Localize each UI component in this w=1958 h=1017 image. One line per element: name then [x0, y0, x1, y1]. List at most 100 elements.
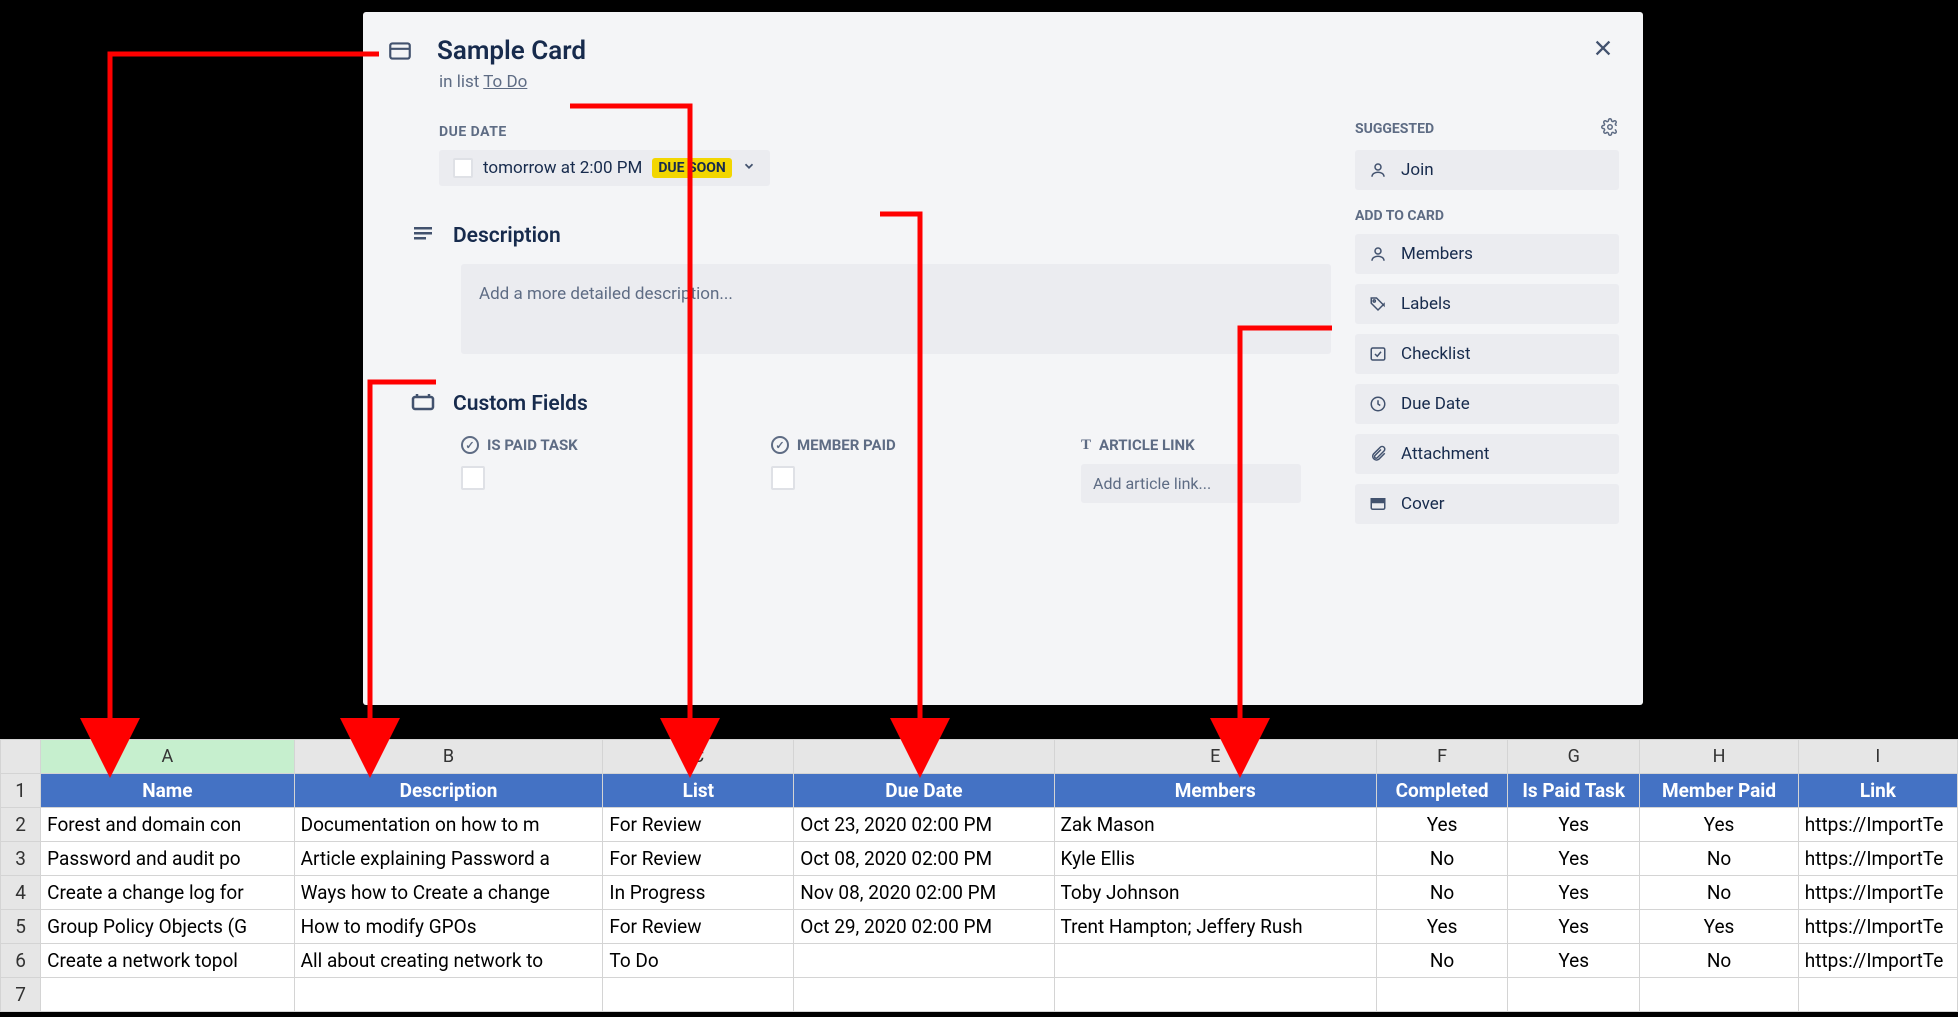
cell[interactable]: Ways how to Create a change: [294, 876, 603, 910]
cell[interactable]: For Review: [603, 808, 794, 842]
row-num-1[interactable]: 1: [1, 774, 41, 808]
cf-article-link-input[interactable]: Add article link...: [1081, 464, 1301, 503]
cell[interactable]: [41, 978, 294, 1012]
due-date-control[interactable]: tomorrow at 2:00 PM DUE SOON: [439, 150, 770, 186]
cell[interactable]: Yes: [1640, 808, 1798, 842]
cell[interactable]: Yes: [1376, 910, 1507, 944]
attachment-button[interactable]: Attachment: [1355, 434, 1619, 474]
cell[interactable]: Documentation on how to m: [294, 808, 603, 842]
row-num[interactable]: 2: [1, 808, 41, 842]
cell[interactable]: Trent Hampton; Jeffery Rush: [1054, 910, 1376, 944]
header-cell[interactable]: Name: [41, 774, 294, 808]
cell[interactable]: Yes: [1508, 808, 1640, 842]
cover-button[interactable]: Cover: [1355, 484, 1619, 524]
row-num[interactable]: 6: [1, 944, 41, 978]
cf-is-paid: ✓ IS PAID TASK: [461, 436, 711, 503]
cell[interactable]: [1798, 978, 1957, 1012]
cell[interactable]: No: [1376, 876, 1507, 910]
col-header-I[interactable]: I: [1798, 740, 1957, 774]
cell[interactable]: https://ImportTe: [1798, 944, 1957, 978]
col-header-C[interactable]: C: [603, 740, 794, 774]
col-header-B[interactable]: B: [294, 740, 603, 774]
header-cell[interactable]: Is Paid Task: [1508, 774, 1640, 808]
cell[interactable]: Oct 08, 2020 02:00 PM: [794, 842, 1054, 876]
header-cell[interactable]: Member Paid: [1640, 774, 1798, 808]
row-num[interactable]: 4: [1, 876, 41, 910]
cell[interactable]: https://ImportTe: [1798, 910, 1957, 944]
cf-is-paid-checkbox[interactable]: [461, 466, 485, 490]
join-button[interactable]: Join: [1355, 150, 1619, 190]
gear-icon[interactable]: [1601, 118, 1619, 140]
cell[interactable]: Kyle Ellis: [1054, 842, 1376, 876]
cell[interactable]: In Progress: [603, 876, 794, 910]
col-header-H[interactable]: H: [1640, 740, 1798, 774]
cell[interactable]: Group Policy Objects (G: [41, 910, 294, 944]
row-num[interactable]: 3: [1, 842, 41, 876]
cell[interactable]: Nov 08, 2020 02:00 PM: [794, 876, 1054, 910]
cell[interactable]: [294, 978, 603, 1012]
cell[interactable]: All about creating network to: [294, 944, 603, 978]
cell[interactable]: Oct 23, 2020 02:00 PM: [794, 808, 1054, 842]
checklist-button[interactable]: Checklist: [1355, 334, 1619, 374]
due-date-button[interactable]: Due Date: [1355, 384, 1619, 424]
cell[interactable]: How to modify GPOs: [294, 910, 603, 944]
cell[interactable]: https://ImportTe: [1798, 876, 1957, 910]
cell[interactable]: Yes: [1508, 944, 1640, 978]
cell[interactable]: Password and audit po: [41, 842, 294, 876]
cell[interactable]: No: [1640, 944, 1798, 978]
sheet-table[interactable]: ABCDEFGHI 1NameDescriptionListDue DateMe…: [0, 739, 1958, 1012]
cell[interactable]: [603, 978, 794, 1012]
cell[interactable]: No: [1376, 842, 1507, 876]
header-cell[interactable]: Completed: [1376, 774, 1507, 808]
cell[interactable]: [1640, 978, 1798, 1012]
cell[interactable]: Article explaining Password a: [294, 842, 603, 876]
cell[interactable]: For Review: [603, 910, 794, 944]
cell[interactable]: No: [1640, 876, 1798, 910]
header-cell[interactable]: Link: [1798, 774, 1957, 808]
close-button[interactable]: [1585, 32, 1621, 68]
cell[interactable]: Yes: [1508, 910, 1640, 944]
corner-cell[interactable]: [1, 740, 41, 774]
cell[interactable]: [1508, 978, 1640, 1012]
cell[interactable]: Yes: [1508, 842, 1640, 876]
card-title[interactable]: Sample Card: [437, 28, 1619, 66]
header-cell[interactable]: Members: [1054, 774, 1376, 808]
cell[interactable]: For Review: [603, 842, 794, 876]
header-cell[interactable]: Due Date: [794, 774, 1054, 808]
cell[interactable]: [794, 978, 1054, 1012]
cell[interactable]: Yes: [1640, 910, 1798, 944]
header-cell[interactable]: List: [603, 774, 794, 808]
cell[interactable]: Oct 29, 2020 02:00 PM: [794, 910, 1054, 944]
cell[interactable]: Yes: [1508, 876, 1640, 910]
cell[interactable]: To Do: [603, 944, 794, 978]
cell[interactable]: https://ImportTe: [1798, 808, 1957, 842]
cell[interactable]: Yes: [1376, 808, 1507, 842]
cell[interactable]: No: [1376, 944, 1507, 978]
cell[interactable]: [1376, 978, 1507, 1012]
labels-button[interactable]: Labels: [1355, 284, 1619, 324]
cell[interactable]: Zak Mason: [1054, 808, 1376, 842]
row-num[interactable]: 7: [1, 978, 41, 1012]
cell[interactable]: [1054, 978, 1376, 1012]
cell[interactable]: Toby Johnson: [1054, 876, 1376, 910]
cell[interactable]: No: [1640, 842, 1798, 876]
col-header-D[interactable]: D: [794, 740, 1054, 774]
cell[interactable]: [1054, 944, 1376, 978]
cell[interactable]: [794, 944, 1054, 978]
col-header-E[interactable]: E: [1054, 740, 1376, 774]
cf-member-paid-checkbox[interactable]: [771, 466, 795, 490]
header-cell[interactable]: Description: [294, 774, 603, 808]
cell[interactable]: Create a network topol: [41, 944, 294, 978]
col-header-A[interactable]: A: [41, 740, 294, 774]
cell[interactable]: Forest and domain con: [41, 808, 294, 842]
cell[interactable]: https://ImportTe: [1798, 842, 1957, 876]
cf-member-paid-text: MEMBER PAID: [797, 436, 896, 454]
row-num[interactable]: 5: [1, 910, 41, 944]
description-input[interactable]: Add a more detailed description...: [461, 264, 1331, 354]
members-button[interactable]: Members: [1355, 234, 1619, 274]
col-header-G[interactable]: G: [1508, 740, 1640, 774]
due-checkbox[interactable]: [453, 158, 473, 178]
list-link[interactable]: To Do: [483, 72, 527, 92]
col-header-F[interactable]: F: [1376, 740, 1507, 774]
cell[interactable]: Create a change log for: [41, 876, 294, 910]
